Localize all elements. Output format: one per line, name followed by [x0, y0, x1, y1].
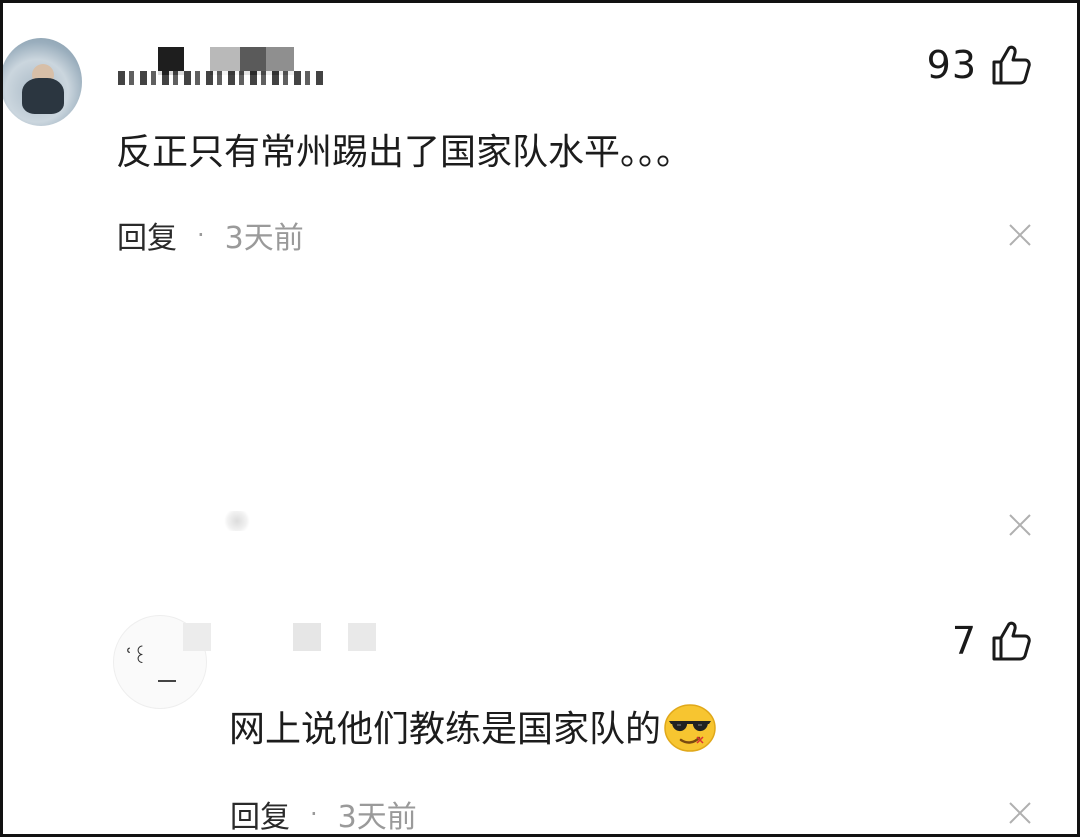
avatar[interactable] [3, 38, 82, 126]
reply-button[interactable]: 回复 [230, 792, 290, 834]
meta-separator: · [310, 800, 318, 828]
avatar-figure [22, 78, 64, 114]
thumbs-up-icon [992, 45, 1031, 85]
comment-text-content: 网上说他们教练是国家队的 [229, 709, 662, 750]
collapsed-comment-placeholder [223, 511, 251, 531]
comment-text: 反正只有常州踢出了国家队水平。。。 [116, 132, 693, 173]
like-count: 93 [926, 43, 977, 87]
like-button[interactable]: 93 [927, 43, 1031, 87]
comment-time: 3天前 [337, 800, 417, 835]
close-icon[interactable] [1008, 513, 1032, 537]
thumbs-up-icon [992, 621, 1031, 661]
like-button[interactable]: 7 [952, 619, 1031, 663]
avatar-scribble: ʿ꒰ [126, 644, 148, 668]
meta-separator: · [197, 221, 205, 249]
comment-list-frame: 93 反正只有常州踢出了国家队水平。。。 回复 · 3天前 ʿ꒰ 7 网上说他们… [0, 0, 1080, 837]
reply-button[interactable]: 回复 [117, 213, 177, 257]
like-count: 7 [951, 619, 977, 663]
comment-text: 网上说他们教练是国家队的 [229, 700, 717, 753]
close-icon[interactable] [1008, 223, 1032, 247]
comment-time: 3天前 [224, 221, 304, 256]
comment-meta: 回复 · 3天前 [117, 213, 304, 257]
username-redacted[interactable] [118, 47, 328, 85]
close-icon[interactable] [1008, 801, 1032, 825]
sunglasses-emoji-icon [664, 704, 716, 752]
username-redacted[interactable] [183, 623, 383, 651]
comment-meta: 回复 · 3天前 [230, 792, 417, 835]
